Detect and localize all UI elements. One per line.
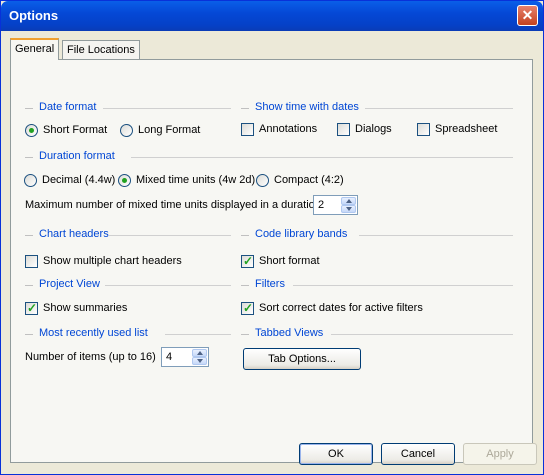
spin-down-icon[interactable] — [192, 357, 207, 365]
spin-down-icon[interactable] — [341, 205, 356, 213]
checkbox[interactable]: ✓ — [241, 301, 254, 315]
mru-items-spinner[interactable]: 4 — [161, 347, 209, 367]
checkbox[interactable] — [241, 123, 254, 136]
radio-button[interactable] — [118, 174, 131, 187]
mru-items-value[interactable]: 4 — [166, 351, 172, 363]
radio-button[interactable] — [24, 174, 37, 187]
dialog-client: General File Locations Date format Short… — [4, 31, 540, 472]
section-title: Date format — [39, 101, 97, 113]
radio-button[interactable] — [25, 124, 38, 137]
checkbox[interactable] — [337, 123, 350, 136]
check-icon: ✓ — [27, 301, 38, 315]
check-icon: ✓ — [243, 254, 254, 268]
section-project-view: Project View — [25, 278, 231, 292]
section-filters: Filters — [241, 278, 513, 292]
tab-general[interactable]: General — [10, 38, 60, 60]
checkbox[interactable] — [417, 123, 430, 136]
section-title: Filters — [255, 278, 285, 290]
mru-items-label: Number of items (up to 16) — [25, 351, 156, 363]
ok-button[interactable]: OK — [299, 443, 373, 465]
checkbox[interactable]: ✓ — [25, 301, 38, 315]
section-title: Duration format — [39, 150, 115, 162]
section-title: Chart headers — [39, 228, 109, 240]
max-units-value[interactable]: 2 — [318, 199, 324, 211]
section-tabbed-views: Tabbed Views — [241, 327, 513, 341]
close-icon: ✕ — [521, 7, 534, 23]
section-duration-format: Duration format — [25, 150, 513, 164]
section-date-format: Date format — [25, 101, 231, 115]
section-show-time: Show time with dates — [241, 101, 513, 115]
window-title: Options — [9, 8, 59, 23]
title-bar[interactable]: Options ✕ — [1, 1, 543, 31]
section-most-recently-used: Most recently used list — [25, 327, 231, 341]
section-code-library-bands: Code library bands — [241, 228, 513, 242]
check-icon: ✓ — [243, 301, 254, 315]
section-title: Project View — [39, 278, 100, 290]
radio-button[interactable] — [120, 124, 133, 137]
section-title: Tabbed Views — [255, 327, 324, 339]
cancel-button[interactable]: Cancel — [381, 443, 455, 465]
spin-up-icon[interactable] — [192, 349, 207, 357]
section-title: Most recently used list — [39, 327, 148, 339]
spin-up-icon[interactable] — [341, 197, 356, 205]
checkbox[interactable]: ✓ — [241, 254, 254, 268]
checkbox[interactable] — [25, 255, 38, 268]
tab-options-button[interactable]: Tab Options... — [243, 348, 361, 370]
options-dialog: Options ✕ General File Locations Date fo… — [0, 0, 544, 475]
section-title: Show time with dates — [255, 101, 359, 113]
max-units-label: Maximum number of mixed time units displ… — [25, 199, 321, 211]
close-button[interactable]: ✕ — [517, 5, 538, 26]
general-tab-panel: Date format Short Format Long Format Sho… — [10, 59, 533, 463]
tab-file-locations[interactable]: File Locations — [62, 40, 140, 60]
apply-button[interactable]: Apply — [463, 443, 537, 465]
radio-button[interactable] — [256, 174, 269, 187]
max-units-spinner[interactable]: 2 — [313, 195, 358, 215]
section-title: Code library bands — [255, 228, 348, 240]
section-chart-headers: Chart headers — [25, 228, 231, 242]
